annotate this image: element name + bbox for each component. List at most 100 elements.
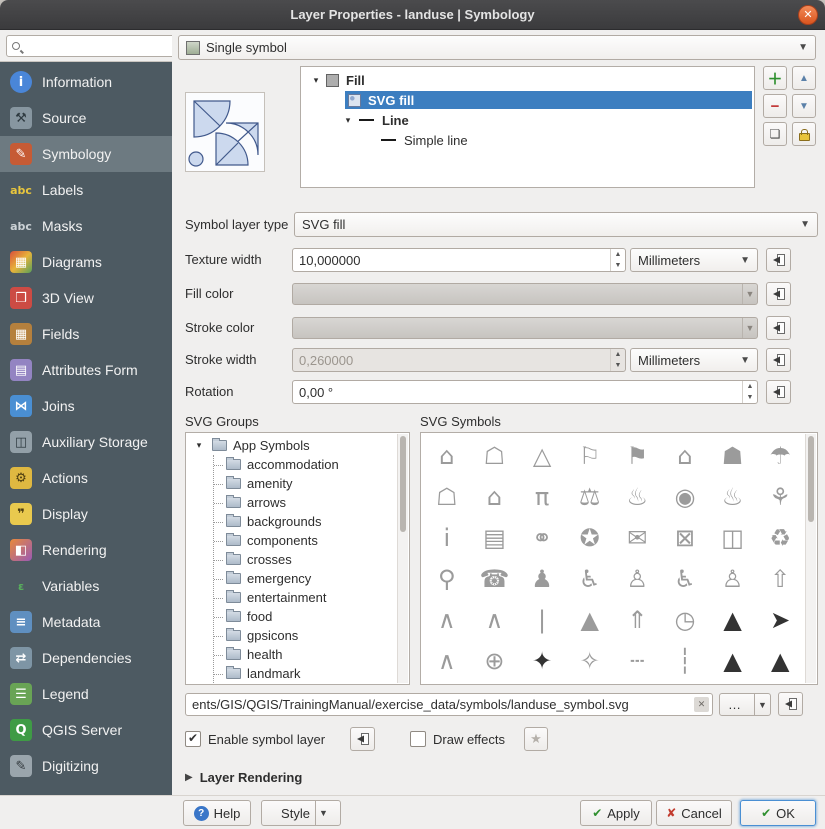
expand-arrow-icon[interactable]: ▾ [341, 115, 355, 126]
sidebar-item-diagrams[interactable]: ▦ Diagrams [0, 244, 172, 280]
svg-group-accommodation[interactable]: accommodation [214, 455, 409, 474]
sidebar-item-legend[interactable]: ☰ Legend [0, 676, 172, 712]
svg-group-arrows[interactable]: arrows [214, 493, 409, 512]
sidebar-item-metadata[interactable]: ≡ Metadata [0, 604, 172, 640]
enable-layer-override-button[interactable] [350, 727, 375, 751]
symbol-layer-row-fill[interactable]: ▾ Fill [301, 70, 754, 90]
stroke-color-button[interactable]: ▼ [292, 317, 758, 339]
svg-symbols-panel[interactable]: ⌂☖△⚐⚑⌂☗☂☖⌂π⚖♨◉♨⚘i▤⚭✪✉⊠◫♻⚲☎♟♿♙♿♙⇧∧∧|▲⇑◷▲➤… [420, 432, 818, 685]
svg-symbol-cell[interactable]: ⚭ [518, 517, 566, 558]
svg-symbol-cell[interactable]: ☖ [471, 435, 519, 476]
svg-symbol-cell[interactable]: ✉ [614, 517, 662, 558]
svg-symbol-cell[interactable]: | [518, 599, 566, 640]
svg-groups-scrollbar[interactable] [397, 434, 408, 683]
svg-symbol-cell[interactable]: ✧ [566, 640, 614, 681]
svg-symbol-cell[interactable]: ♙ [709, 558, 757, 599]
svg-path-override-button[interactable] [778, 692, 803, 716]
checkbox-icon[interactable] [185, 731, 201, 747]
svg-symbol-cell[interactable]: ┄ [614, 640, 662, 681]
svg-symbol-cell[interactable]: ∧ [471, 599, 519, 640]
scrollbar-thumb[interactable] [400, 436, 406, 532]
apply-button[interactable]: ✔ Apply [580, 800, 652, 826]
svg-symbol-cell[interactable]: ⇧ [756, 558, 804, 599]
svg-symbol-cell[interactable]: ☗ [709, 435, 757, 476]
sidebar-item-fields[interactable]: ▦ Fields [0, 316, 172, 352]
svg-symbol-cell[interactable]: ✦ [518, 640, 566, 681]
sidebar-item-actions[interactable]: ⚙ Actions [0, 460, 172, 496]
svg-symbol-cell[interactable]: ♙ [614, 558, 662, 599]
svg-group-gpsicons[interactable]: gpsicons [214, 626, 409, 645]
svg-symbol-cell[interactable]: ▲ [709, 640, 757, 681]
svg-symbol-cell[interactable]: ⚲ [423, 558, 471, 599]
svg-symbol-cell[interactable]: ⚖ [566, 476, 614, 517]
texture-width-input[interactable] [293, 253, 610, 268]
svg-group-components[interactable]: components [214, 531, 409, 550]
fill-color-button[interactable]: ▼ [292, 283, 758, 305]
rotation-spinner[interactable]: ▲▼ [742, 381, 757, 403]
enable-symbol-layer-checkbox[interactable]: Enable symbol layer [185, 731, 325, 747]
svg-group-backgrounds[interactable]: backgrounds [214, 512, 409, 531]
sidebar-item-attributes-form[interactable]: ▤ Attributes Form [0, 352, 172, 388]
rotation-field[interactable]: ▲▼ [292, 380, 758, 404]
svg-symbol-cell[interactable]: ◫ [709, 517, 757, 558]
move-up-button[interactable]: ▲ [792, 66, 816, 90]
svg-group-crosses[interactable]: crosses [214, 550, 409, 569]
move-down-button[interactable]: ▼ [792, 94, 816, 118]
sidebar-item-rendering[interactable]: ◧ Rendering [0, 532, 172, 568]
svg-symbol-cell[interactable]: ⚑ [614, 435, 662, 476]
svg-symbol-cell[interactable]: i [423, 517, 471, 558]
duplicate-symbol-layer-button[interactable]: ❏ [763, 122, 787, 146]
expand-arrow-icon[interactable]: ▾ [309, 75, 323, 86]
texture-width-unit-combobox[interactable]: Millimeters ▼ [630, 248, 758, 272]
svg-symbol-cell[interactable]: ▲ [709, 599, 757, 640]
sidebar-item-dependencies[interactable]: ⇄ Dependencies [0, 640, 172, 676]
rotation-override-button[interactable] [766, 380, 791, 404]
svg-symbol-cell[interactable]: ▤ [471, 517, 519, 558]
svg-symbols-scrollbar[interactable] [805, 434, 816, 683]
svg-symbol-cell[interactable]: ➤ [756, 599, 804, 640]
sidebar-item-display[interactable]: ❞ Display [0, 496, 172, 532]
svg-group-amenity[interactable]: amenity [214, 474, 409, 493]
svg-symbol-cell[interactable]: ⌂ [661, 435, 709, 476]
stroke-width-unit-combobox[interactable]: Millimeters ▼ [630, 348, 758, 372]
fill-color-override-button[interactable] [766, 282, 791, 306]
svg-symbol-cell[interactable]: ♟ [518, 558, 566, 599]
texture-width-spinner[interactable]: ▲▼ [610, 249, 625, 271]
svg-symbol-cell[interactable]: ┆ [661, 640, 709, 681]
svg-symbol-cell[interactable]: ♿ [661, 558, 709, 599]
chevron-down-icon[interactable]: ▼ [315, 801, 331, 825]
svg-symbol-cell[interactable]: ⊠ [661, 517, 709, 558]
svg-group-entertainment[interactable]: entertainment [214, 588, 409, 607]
svg-symbol-cell[interactable]: ☖ [423, 476, 471, 517]
svg-symbol-cell[interactable]: ∧ [423, 640, 471, 681]
titlebar[interactable]: Layer Properties - landuse | Symbology ✕ [0, 0, 825, 30]
svg-symbol-cell[interactable]: ⚐ [566, 435, 614, 476]
sidebar-search-input[interactable] [24, 38, 183, 54]
sidebar-item-masks[interactable]: abc Masks [0, 208, 172, 244]
ok-button[interactable]: ✔ OK [740, 800, 816, 826]
draw-effects-checkbox[interactable]: Draw effects [410, 731, 505, 747]
svg-groups-panel[interactable]: ▾ App Symbols accommodation amenity arro… [185, 432, 410, 685]
svg-symbol-cell[interactable]: ⚘ [756, 476, 804, 517]
sidebar-item-auxiliary-storage[interactable]: ◫ Auxiliary Storage [0, 424, 172, 460]
sidebar-item-qgis-server[interactable]: Q QGIS Server [0, 712, 172, 748]
svg-symbol-cell[interactable]: ✪ [566, 517, 614, 558]
svg-symbol-cell[interactable]: ▲ [566, 599, 614, 640]
cancel-button[interactable]: ✘ Cancel [656, 800, 732, 826]
sidebar-item-labels[interactable]: abc Labels [0, 172, 172, 208]
symbol-layer-row-svg-fill[interactable]: SVG fill [301, 90, 754, 110]
lock-colors-button[interactable] [792, 122, 816, 146]
rotation-input[interactable] [293, 385, 742, 400]
svg-symbol-cell[interactable]: ♨ [614, 476, 662, 517]
symbol-layer-row-simple-line[interactable]: Simple line [301, 130, 754, 150]
sidebar-item-source[interactable]: ⚒ Source [0, 100, 172, 136]
svg-group-root[interactable]: ▾ App Symbols [186, 435, 409, 455]
svg-group-food[interactable]: food [214, 607, 409, 626]
svg-symbol-cell[interactable]: ⇑ [614, 599, 662, 640]
svg-symbol-cell[interactable]: ⌂ [471, 476, 519, 517]
svg-group-landmark[interactable]: landmark [214, 664, 409, 683]
sidebar-item-joins[interactable]: ⋈ Joins [0, 388, 172, 424]
close-button[interactable]: ✕ [798, 5, 818, 25]
svg-symbol-cell[interactable]: ⊕ [471, 640, 519, 681]
svg-symbol-cell[interactable]: ◷ [661, 599, 709, 640]
